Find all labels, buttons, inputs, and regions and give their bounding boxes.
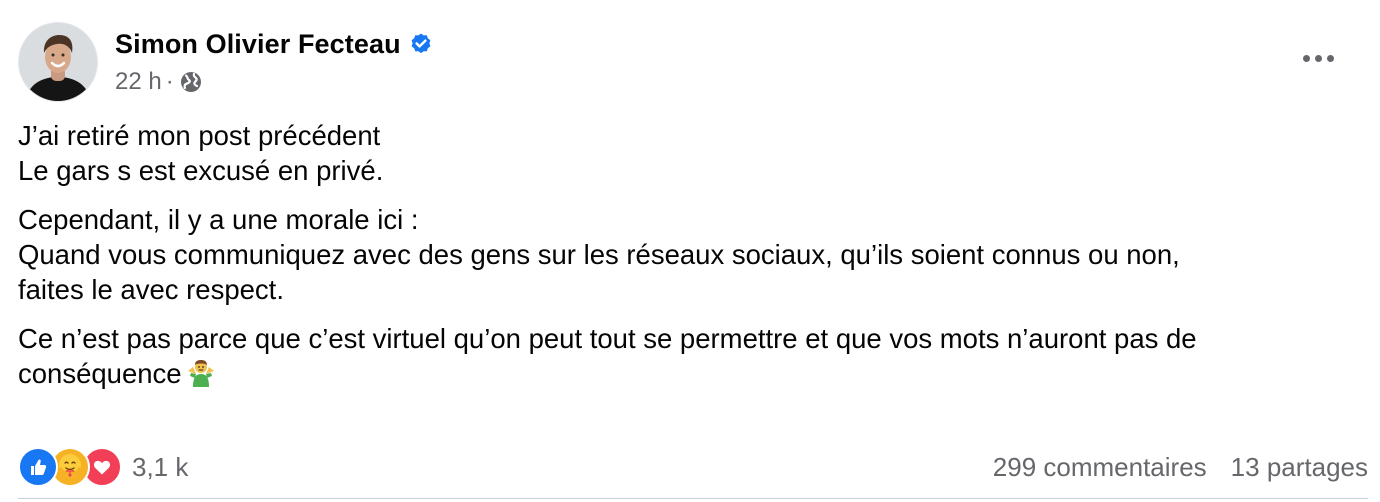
more-dot bbox=[1314, 54, 1322, 62]
post-stats: 299 commentaires 13 partages bbox=[993, 452, 1368, 483]
post-paragraph: J’ai retiré mon post précédent Le gars s… bbox=[18, 118, 1358, 188]
post-text-line: Cependant, il y a une morale ici : bbox=[18, 204, 419, 235]
post-paragraph: Ce n’est pas parce que c’est virtuel qu’… bbox=[18, 321, 1358, 391]
separator-dot: · bbox=[165, 68, 174, 95]
globe-icon[interactable] bbox=[180, 71, 202, 93]
post-text-line-last: conséquence bbox=[18, 356, 1358, 391]
post-text-fragment: conséquence bbox=[18, 358, 182, 389]
reactions-summary[interactable]: 3,1 k bbox=[18, 447, 188, 487]
footer-divider bbox=[18, 498, 1368, 499]
author-name[interactable]: Simon Olivier Fecteau bbox=[115, 29, 401, 60]
post-body: J’ai retiré mon post précédent Le gars s… bbox=[18, 118, 1358, 405]
more-options-icon[interactable] bbox=[1296, 40, 1340, 76]
post-text-line: Ce n’est pas parce que c’est virtuel qu’… bbox=[18, 323, 1197, 354]
profile-photo bbox=[19, 23, 97, 101]
verified-badge-icon bbox=[409, 32, 433, 56]
post-header: Simon Olivier Fecteau 22 h · bbox=[18, 22, 433, 104]
post-paragraph: Cependant, il y a une morale ici : Quand… bbox=[18, 202, 1358, 307]
post-subline: 22 h · bbox=[115, 68, 433, 96]
post-text-line: Le gars s est excusé en privé. bbox=[18, 155, 384, 186]
facebook-post: Simon Olivier Fecteau 22 h · J’ai retiré… bbox=[0, 0, 1380, 502]
author-row: Simon Olivier Fecteau bbox=[115, 28, 433, 60]
like-icon bbox=[18, 447, 58, 487]
reaction-icons bbox=[18, 447, 122, 487]
more-dot bbox=[1326, 54, 1334, 62]
post-text-line: J’ai retiré mon post précédent bbox=[18, 120, 381, 151]
post-meta: Simon Olivier Fecteau 22 h · bbox=[115, 28, 433, 96]
comments-count-link[interactable]: 299 commentaires bbox=[993, 452, 1207, 483]
post-text-line: faites le avec respect. bbox=[18, 274, 284, 305]
post-text-line: Quand vous communiquez avec des gens sur… bbox=[18, 239, 1180, 270]
more-dot bbox=[1302, 54, 1310, 62]
post-footer: 3,1 k 299 commentaires 13 partages bbox=[18, 445, 1368, 489]
post-timestamp[interactable]: 22 h bbox=[115, 68, 162, 96]
author-avatar[interactable] bbox=[18, 22, 98, 102]
shares-count-link[interactable]: 13 partages bbox=[1231, 452, 1368, 483]
reaction-count[interactable]: 3,1 k bbox=[132, 452, 188, 483]
man-shrugging-emoji bbox=[186, 357, 216, 387]
